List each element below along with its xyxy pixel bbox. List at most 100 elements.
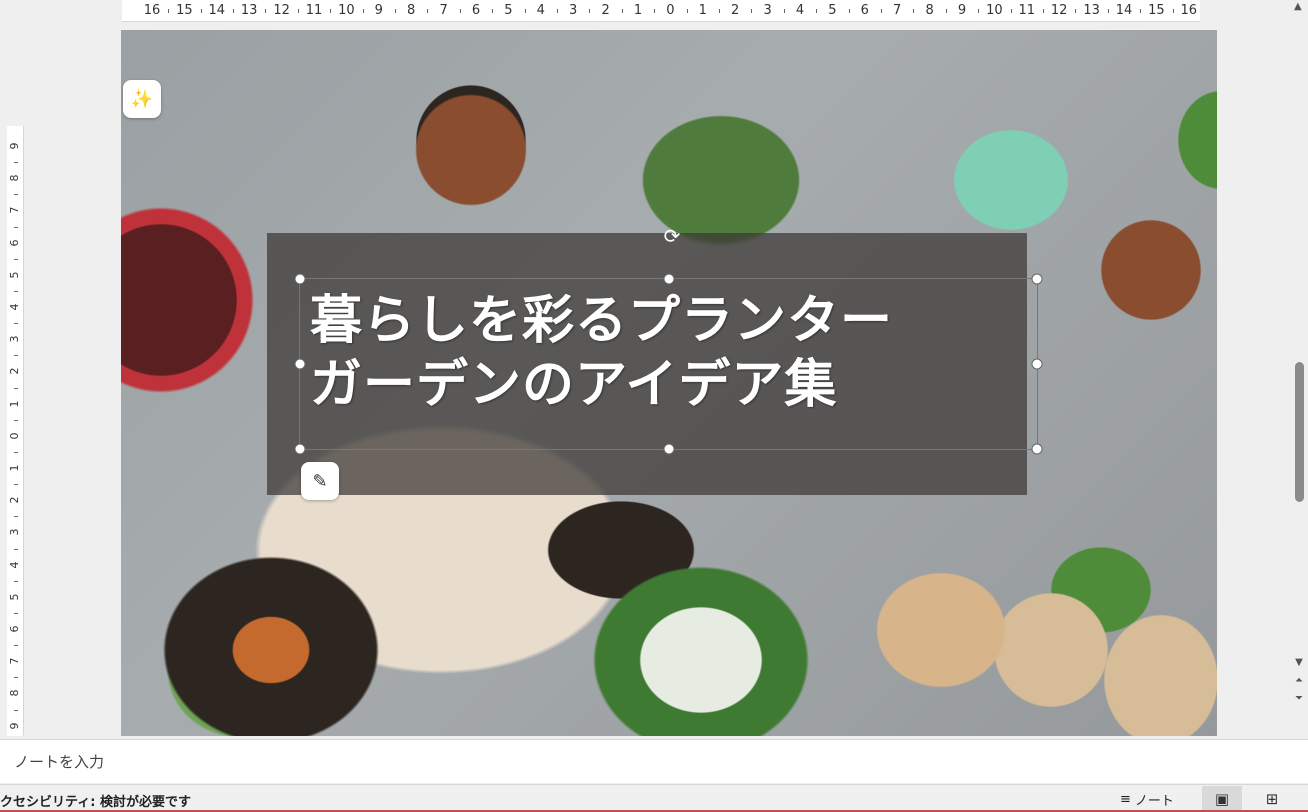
ruler-tick bbox=[14, 709, 18, 711]
rewrite-button[interactable]: ✎ bbox=[301, 462, 339, 500]
accessibility-status[interactable]: クセシビリティ: 検討が必要です bbox=[0, 791, 191, 810]
ruler-label: 9 bbox=[8, 142, 21, 150]
ruler-label: 10 bbox=[986, 3, 1003, 18]
ruler-label: 5 bbox=[8, 271, 21, 279]
ruler-tick bbox=[14, 194, 18, 196]
ruler-tick bbox=[14, 612, 18, 614]
ruler-tick bbox=[14, 451, 18, 453]
ruler-label: 4 bbox=[8, 561, 21, 569]
ruler-label: 11 bbox=[305, 3, 323, 18]
notes-toggle-button[interactable]: ≡ ノート bbox=[1114, 787, 1180, 811]
resize-handle-right[interactable] bbox=[1031, 358, 1043, 370]
title-textbox[interactable]: 暮らしを彩るプランター ガーデンのアイデア集 bbox=[294, 273, 1043, 455]
resize-handle-top-right[interactable] bbox=[1031, 273, 1043, 285]
title-line-2: ガーデンのアイデア集 bbox=[310, 355, 838, 415]
ruler-tick bbox=[524, 9, 526, 13]
ruler-tick bbox=[14, 516, 18, 518]
sparkle-icon: ✨ bbox=[130, 88, 154, 110]
ruler-tick bbox=[14, 548, 18, 550]
ruler-label: 13 bbox=[1083, 3, 1100, 18]
resize-handle-bottom-right[interactable] bbox=[1031, 443, 1043, 455]
ruler-label: 1 bbox=[8, 464, 21, 472]
ruler-tick bbox=[330, 9, 332, 13]
ruler-label: 3 bbox=[8, 528, 21, 536]
notes-pane[interactable]: ノートを入力 bbox=[0, 739, 1308, 783]
slide-title[interactable]: 暮らしを彩るプランター ガーデンのアイデア集 bbox=[310, 289, 1010, 417]
grid-icon: ⊞ bbox=[1265, 790, 1279, 808]
ruler-label: 2 bbox=[601, 3, 610, 18]
ruler-label: 9 bbox=[374, 3, 383, 18]
designer-sparkle-button[interactable]: ✨ bbox=[123, 80, 161, 118]
ruler-tick bbox=[816, 9, 818, 13]
ruler-label: 15 bbox=[1148, 3, 1165, 18]
ruler-label: 8 bbox=[925, 3, 934, 18]
ruler-tick bbox=[200, 9, 202, 13]
ruler-label: 2 bbox=[731, 3, 740, 18]
slide-sorter-button[interactable]: ⊞ bbox=[1252, 786, 1292, 812]
vertical-ruler[interactable]: 9 8 7 6 5 4 3 2 1 0 1 2 3 4 5 6 7 8 9 bbox=[7, 126, 24, 736]
ruler-label: 13 bbox=[240, 3, 258, 18]
ruler-tick bbox=[492, 9, 494, 13]
slide-canvas[interactable]: ✨ ⟳ 暮らしを彩るプランター ガーデンのアイデア集 ✎ bbox=[121, 30, 1217, 736]
ruler-label: 7 bbox=[439, 3, 448, 18]
resize-handle-bottom-left[interactable] bbox=[294, 443, 306, 455]
ruler-label: 5 bbox=[8, 593, 21, 601]
ruler-label: 8 bbox=[8, 689, 21, 697]
ruler-tick bbox=[14, 226, 18, 228]
ruler-label: 9 bbox=[957, 3, 967, 18]
ruler-tick bbox=[14, 355, 18, 357]
scrollbar-thumb[interactable] bbox=[1295, 362, 1304, 502]
next-slide-icon[interactable]: ⏷ bbox=[1293, 694, 1305, 704]
horizontal-ruler[interactable]: 16 15 14 13 12 11 10 9 8 7 6 5 4 3 2 1 0 1 2 3 4 5 6 7 8 9 10 11 12 1… bbox=[122, 0, 1200, 22]
ruler-label: 7 bbox=[8, 206, 21, 214]
ruler-tick bbox=[362, 9, 364, 13]
notes-placeholder[interactable]: ノートを入力 bbox=[14, 751, 104, 772]
ruler-tick bbox=[848, 9, 850, 13]
ruler-tick bbox=[719, 9, 720, 13]
resize-handle-bottom[interactable] bbox=[663, 443, 674, 455]
ruler-tick bbox=[913, 9, 915, 13]
ruler-tick bbox=[14, 580, 18, 582]
ruler-tick bbox=[14, 645, 18, 647]
resize-handle-top-left[interactable] bbox=[294, 273, 306, 285]
ruler-tick bbox=[1043, 9, 1044, 13]
rotate-icon[interactable]: ⟳ bbox=[660, 224, 684, 248]
ruler-tick bbox=[427, 9, 429, 13]
resize-handle-left[interactable] bbox=[294, 358, 306, 370]
ruler-label: 7 bbox=[893, 3, 902, 18]
ruler-label: 5 bbox=[504, 3, 513, 18]
title-line-1: 暮らしを彩るプランター bbox=[310, 291, 894, 351]
previous-slide-icon[interactable]: ⏶ bbox=[1293, 676, 1305, 686]
vertical-scrollbar[interactable]: ▼ ⏶ ⏷ bbox=[1290, 30, 1308, 736]
resize-handle-top[interactable] bbox=[663, 273, 674, 285]
ruler-label: 12 bbox=[1050, 3, 1068, 18]
scroll-up-arrow-icon[interactable]: ▲ bbox=[1294, 1, 1302, 12]
ruler-label: 11 bbox=[1018, 3, 1036, 18]
ruler-tick bbox=[881, 9, 882, 13]
ruler-tick bbox=[1107, 9, 1109, 13]
ruler-tick bbox=[686, 9, 688, 13]
ruler-label: 3 bbox=[8, 335, 21, 343]
ruler-label: 12 bbox=[273, 3, 290, 18]
ruler-label: 8 bbox=[8, 174, 21, 182]
magic-pen-icon: ✎ bbox=[312, 470, 328, 492]
ruler-label: 4 bbox=[795, 3, 805, 18]
notes-button-label: ノート bbox=[1134, 793, 1174, 809]
ruler-tick bbox=[14, 162, 18, 164]
ruler-tick bbox=[14, 387, 18, 389]
ruler-label: 15 bbox=[176, 3, 193, 18]
ruler-label: 6 bbox=[8, 239, 21, 247]
ruler-tick bbox=[783, 9, 785, 13]
ruler-label: 14 bbox=[208, 3, 226, 18]
scroll-down-arrow-icon[interactable]: ▼ bbox=[1293, 658, 1305, 668]
ruler-tick bbox=[654, 9, 656, 13]
status-bar: クセシビリティ: 検討が必要です ≡ ノート ▣ ⊞ bbox=[0, 784, 1308, 812]
ruler-label: 1 bbox=[8, 400, 21, 408]
notes-icon: ≡ bbox=[1120, 791, 1131, 807]
ruler-tick bbox=[168, 9, 170, 13]
normal-view-button[interactable]: ▣ bbox=[1202, 786, 1242, 812]
ruler-tick bbox=[751, 9, 753, 13]
ruler-tick bbox=[557, 9, 558, 13]
ruler-label: 1 bbox=[633, 3, 643, 18]
ruler-tick bbox=[14, 677, 18, 679]
